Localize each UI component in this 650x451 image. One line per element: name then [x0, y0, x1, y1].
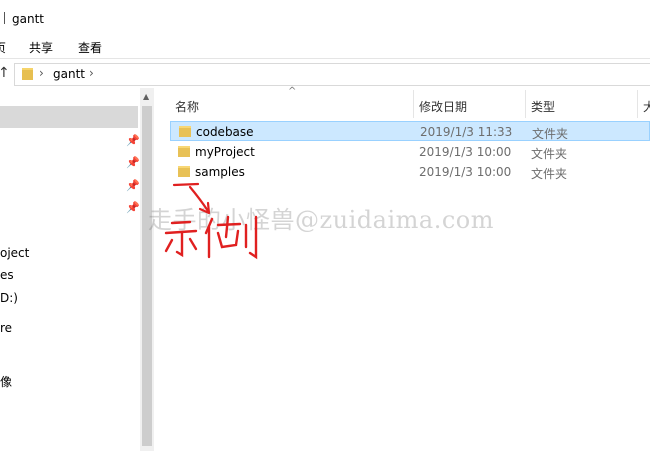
breadcrumb-segment[interactable]: gantt: [53, 67, 85, 81]
red-annotation: [164, 182, 258, 260]
ribbon-tabs: 页 共享 查看: [0, 36, 650, 59]
folder-icon: [22, 68, 33, 80]
nav-item-myproject[interactable]: oject: [0, 246, 29, 260]
column-header-date[interactable]: 修改日期: [419, 98, 467, 115]
navigation-row: ↑ › gantt ›: [0, 60, 650, 88]
address-bar[interactable]: › gantt ›: [14, 63, 650, 86]
title-bar: gantt: [0, 0, 650, 36]
tab-view[interactable]: 查看: [78, 39, 102, 56]
file-type: 文件夹: [531, 167, 568, 181]
file-date: 2019/1/3 10:00: [419, 165, 512, 179]
file-date: 2019/1/3 10:00: [419, 145, 512, 159]
file-type: 文件夹: [531, 147, 568, 161]
annotation-underline: [172, 182, 200, 187]
annotation-arrow: [188, 185, 210, 213]
nav-item-selected[interactable]: [0, 106, 138, 128]
table-row[interactable]: codebase 2019/1/3 11:33 文件夹: [170, 121, 650, 141]
chevron-right-icon[interactable]: ›: [39, 66, 44, 80]
scroll-up-icon[interactable]: ▲: [143, 92, 149, 101]
column-header-size[interactable]: 大: [643, 98, 650, 115]
pin-icon[interactable]: 📌: [126, 179, 140, 192]
pin-icon[interactable]: 📌: [126, 156, 140, 169]
file-type: 文件夹: [532, 127, 569, 141]
file-list: ^ 名称 修改日期 类型 大 codebase 2019/1/3 11:33 文…: [160, 86, 650, 451]
file-name[interactable]: codebase: [196, 125, 254, 139]
column-divider[interactable]: [637, 90, 638, 118]
window-icon: [0, 12, 5, 24]
up-arrow-icon[interactable]: ↑: [0, 65, 10, 81]
column-header-name[interactable]: 名称: [175, 98, 199, 115]
nav-item-drive[interactable]: D:): [0, 291, 18, 305]
file-date: 2019/1/3 11:33: [420, 125, 513, 139]
nav-item-images[interactable]: 像: [0, 373, 12, 390]
sort-up-icon: ^: [288, 86, 297, 97]
column-divider[interactable]: [413, 90, 414, 118]
folder-icon: [179, 126, 191, 137]
nav-item-share[interactable]: re: [0, 321, 12, 335]
chevron-right-icon[interactable]: ›: [89, 66, 94, 80]
folder-icon: [178, 146, 190, 157]
annotation-handwriting: [164, 215, 258, 260]
tab-share[interactable]: 共享: [29, 39, 53, 56]
tab-home[interactable]: 页: [0, 39, 6, 56]
pin-icon[interactable]: 📌: [126, 201, 140, 214]
column-header-type[interactable]: 类型: [531, 98, 555, 115]
navigation-pane: 📌 📌 📌 📌 oject es D:) re 像: [0, 88, 140, 451]
table-row[interactable]: myProject 2019/1/3 10:00 文件夹: [170, 142, 650, 162]
file-name[interactable]: myProject: [195, 145, 255, 159]
window-title: gantt: [12, 12, 44, 26]
pin-icon[interactable]: 📌: [126, 134, 140, 147]
scrollbar-thumb[interactable]: [142, 106, 152, 446]
nav-scrollbar[interactable]: ▲: [140, 88, 154, 451]
nav-item-samples[interactable]: es: [0, 268, 14, 282]
column-divider[interactable]: [525, 90, 526, 118]
